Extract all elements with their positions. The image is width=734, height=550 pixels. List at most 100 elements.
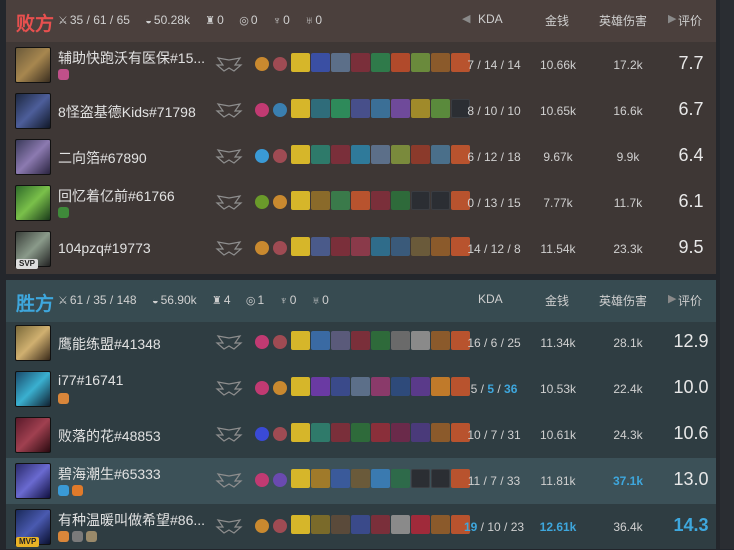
item-icon[interactable] — [331, 99, 350, 118]
trinket-icon[interactable] — [291, 53, 310, 72]
champion-avatar[interactable] — [15, 371, 51, 407]
item-icon[interactable] — [311, 515, 330, 534]
item-icon[interactable] — [351, 377, 370, 396]
item-icon[interactable] — [391, 237, 410, 256]
player-name[interactable]: 回忆着亿前#61766 — [58, 186, 175, 206]
item-icon[interactable] — [371, 423, 390, 442]
item-icon[interactable] — [411, 237, 430, 256]
item-icon[interactable] — [331, 469, 350, 488]
item-icon[interactable] — [351, 145, 370, 164]
champion-avatar[interactable] — [15, 93, 51, 129]
champion-avatar[interactable] — [15, 185, 51, 221]
item-icon[interactable] — [351, 515, 370, 534]
item-icon[interactable] — [331, 515, 350, 534]
item-icon[interactable] — [371, 515, 390, 534]
scrollbar[interactable] — [720, 0, 734, 549]
player-row[interactable]: i77#16741 5 / 5 / 36 10.53k 22.4k 10.0 — [6, 366, 716, 412]
trinket-icon[interactable] — [291, 191, 310, 210]
player-name[interactable]: i77#16741 — [58, 372, 123, 388]
item-icon[interactable] — [311, 145, 330, 164]
item-icon[interactable] — [311, 469, 330, 488]
item-icon[interactable] — [431, 515, 450, 534]
item-icon[interactable] — [411, 423, 430, 442]
item-icon[interactable] — [311, 191, 330, 210]
player-row[interactable]: 8怪盗基德Kids#71798 8 / 10 / 10 10.65k 16.6k… — [6, 88, 716, 134]
item-icon[interactable] — [431, 423, 450, 442]
item-icon[interactable] — [391, 377, 410, 396]
player-name[interactable]: 有种温暖叫做希望#86... — [58, 510, 205, 530]
player-row[interactable]: 鹰能练盟#41348 16 / 6 / 25 11.34k 28.1k 12.9 — [6, 320, 716, 366]
item-icon[interactable] — [311, 377, 330, 396]
player-name[interactable]: 鹰能练盟#41348 — [58, 334, 161, 354]
item-icon[interactable] — [411, 377, 430, 396]
item-icon[interactable] — [371, 377, 390, 396]
item-icon[interactable] — [331, 423, 350, 442]
player-row[interactable]: MVP 有种温暖叫做希望#86... 19 / 10 / 23 12.61k 3… — [6, 504, 716, 550]
item-icon[interactable] — [371, 469, 390, 488]
item-icon[interactable] — [371, 331, 390, 350]
item-icon[interactable] — [411, 515, 430, 534]
champion-avatar[interactable] — [15, 417, 51, 453]
item-icon[interactable] — [331, 377, 350, 396]
item-icon[interactable] — [331, 237, 350, 256]
sort-arrow-icon[interactable]: ▶ — [668, 12, 676, 25]
player-row[interactable]: SVP 104pzq#19773 14 / 12 / 8 11.54k 23.3… — [6, 226, 716, 272]
item-icon[interactable] — [411, 53, 430, 72]
item-icon[interactable] — [311, 237, 330, 256]
player-row[interactable]: 败落的花#48853 10 / 7 / 31 10.61k 24.3k 10.6 — [6, 412, 716, 458]
player-row[interactable]: 辅助快跑沃有医保#15... 7 / 14 / 14 10.66k 17.2k … — [6, 42, 716, 88]
player-row[interactable]: 二向箔#67890 6 / 12 / 18 9.67k 9.9k 6.4 — [6, 134, 716, 180]
item-icon[interactable] — [371, 99, 390, 118]
item-icon[interactable] — [311, 53, 330, 72]
player-row-self[interactable]: 碧海潮生#65333 11 / 7 / 33 11.81k 37.1k 13.0 — [6, 458, 716, 504]
item-icon[interactable] — [391, 145, 410, 164]
trinket-icon[interactable] — [291, 377, 310, 396]
item-icon[interactable] — [391, 515, 410, 534]
player-name[interactable]: 碧海潮生#65333 — [58, 464, 161, 484]
item-icon[interactable] — [411, 331, 430, 350]
item-icon[interactable] — [431, 53, 450, 72]
item-icon[interactable] — [351, 331, 370, 350]
item-icon[interactable] — [331, 53, 350, 72]
champion-avatar[interactable] — [15, 325, 51, 361]
item-icon[interactable] — [411, 145, 430, 164]
item-icon[interactable] — [391, 99, 410, 118]
trinket-icon[interactable] — [291, 423, 310, 442]
player-name[interactable]: 败落的花#48853 — [58, 426, 161, 446]
trinket-icon[interactable] — [291, 515, 310, 534]
item-icon[interactable] — [351, 53, 370, 72]
item-icon[interactable] — [411, 99, 430, 118]
item-icon[interactable] — [331, 145, 350, 164]
trinket-icon[interactable] — [291, 331, 310, 350]
sort-arrow-icon[interactable]: ▶ — [668, 292, 676, 305]
item-icon[interactable] — [311, 331, 330, 350]
item-icon[interactable] — [371, 191, 390, 210]
trinket-icon[interactable] — [291, 99, 310, 118]
item-icon[interactable] — [331, 191, 350, 210]
trinket-icon[interactable] — [291, 145, 310, 164]
item-icon[interactable] — [391, 423, 410, 442]
player-row[interactable]: 回忆着亿前#61766 0 / 13 / 15 7.77k 11.7k 6.1 — [6, 180, 716, 226]
trinket-icon[interactable] — [291, 469, 310, 488]
trinket-icon[interactable] — [291, 237, 310, 256]
item-icon[interactable] — [311, 423, 330, 442]
item-icon[interactable] — [351, 469, 370, 488]
item-icon[interactable] — [351, 99, 370, 118]
champion-avatar[interactable] — [15, 463, 51, 499]
player-name[interactable]: 二向箔#67890 — [58, 148, 147, 168]
champion-avatar[interactable] — [15, 47, 51, 83]
item-icon[interactable] — [391, 191, 410, 210]
item-icon[interactable] — [391, 331, 410, 350]
item-icon[interactable] — [351, 423, 370, 442]
item-icon[interactable] — [371, 237, 390, 256]
sort-arrow-icon[interactable]: ◀ — [462, 12, 470, 25]
item-icon[interactable] — [331, 331, 350, 350]
player-name[interactable]: 8怪盗基德Kids#71798 — [58, 102, 196, 122]
item-icon[interactable] — [431, 145, 450, 164]
item-icon[interactable] — [431, 331, 450, 350]
player-name[interactable]: 辅助快跑沃有医保#15... — [58, 48, 205, 68]
item-icon[interactable] — [391, 469, 410, 488]
champion-avatar[interactable] — [15, 139, 51, 175]
item-icon[interactable] — [351, 237, 370, 256]
item-icon[interactable] — [431, 237, 450, 256]
